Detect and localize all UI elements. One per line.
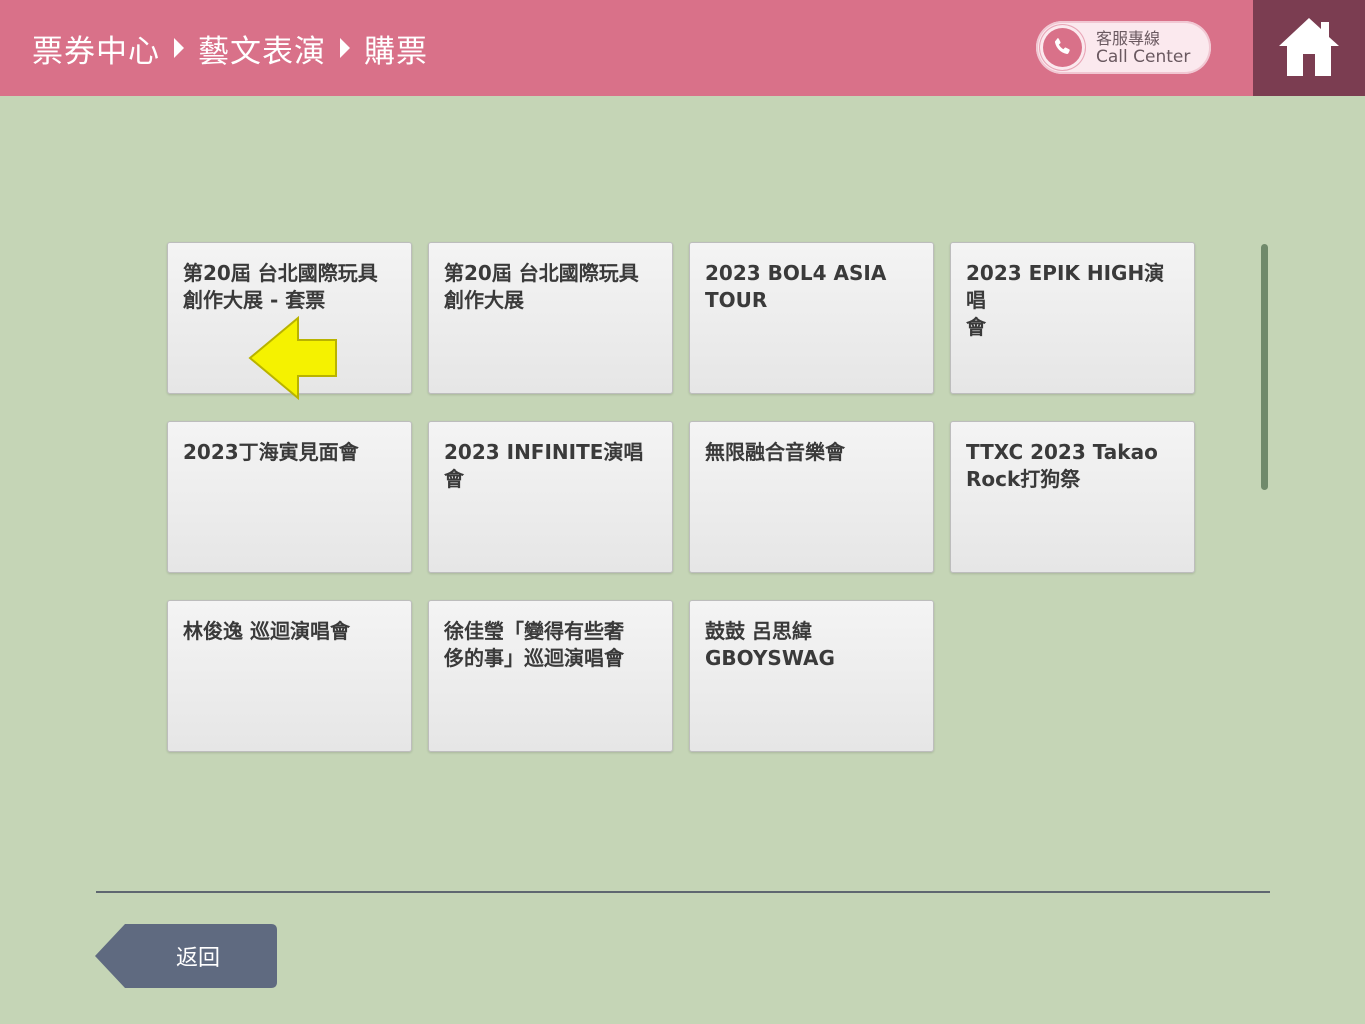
call-center-label-en: Call Center (1096, 47, 1191, 67)
event-tile[interactable]: 第20屆 台北國際玩具 創作大展 (428, 242, 673, 394)
event-tile[interactable]: 鼓鼓 呂思緯 GBOYSWAG (689, 600, 934, 752)
home-button[interactable] (1253, 0, 1365, 96)
back-button-label: 返回 (175, 946, 220, 971)
call-center-label-zh: 客服專線 (1096, 29, 1161, 48)
event-title: 林俊逸 巡迴演唱會 (183, 619, 350, 643)
breadcrumb-buy-ticket: 購票 (364, 33, 428, 70)
breadcrumb-ticket-center[interactable]: 票券中心 (32, 26, 160, 71)
event-title: 鼓鼓 呂思緯 GBOYSWAG (705, 619, 835, 670)
footer-divider (96, 891, 1270, 893)
event-title: 第20屆 台北國際玩具 創作大展 - 套票 (183, 261, 378, 312)
call-center-label: 客服專線 Call Center (1096, 29, 1190, 67)
event-tile[interactable]: 2023 BOL4 ASIA TOUR (689, 242, 934, 394)
event-tile[interactable]: 無限融合音樂會 (689, 421, 934, 573)
event-tile[interactable]: 2023丁海寅見面會 (167, 421, 412, 573)
breadcrumb-separator-icon (174, 38, 184, 58)
event-title: 2023 INFINITE演唱會 (444, 440, 644, 491)
event-tile[interactable]: 林俊逸 巡迴演唱會 (167, 600, 412, 752)
breadcrumb-arts-performance[interactable]: 藝文表演 (198, 26, 326, 71)
pointer-arrow-icon (248, 316, 337, 400)
event-title: 無限融合音樂會 (705, 440, 845, 464)
event-title: 2023 BOL4 ASIA TOUR (705, 261, 887, 312)
event-tile[interactable]: 2023 EPIK HIGH演唱 會 (950, 242, 1195, 394)
event-tile[interactable]: TTXC 2023 Takao Rock打狗祭 (950, 421, 1195, 573)
event-title: 徐佳瑩「變得有些奢 侈的事」巡迴演唱會 (444, 619, 624, 670)
event-tile[interactable]: 2023 INFINITE演唱會 (428, 421, 673, 573)
event-title: 第20屆 台北國際玩具 創作大展 (444, 261, 639, 312)
scrollbar[interactable] (1261, 244, 1268, 490)
phone-icon (1040, 25, 1085, 70)
event-title: 2023丁海寅見面會 (183, 440, 359, 464)
breadcrumb: 票券中心 藝文表演 購票 (32, 26, 428, 71)
call-center-button[interactable]: 客服專線 Call Center (1036, 21, 1211, 74)
event-title: TTXC 2023 Takao Rock打狗祭 (966, 440, 1158, 491)
event-title: 2023 EPIK HIGH演唱 會 (966, 261, 1165, 339)
breadcrumb-separator-icon (340, 38, 350, 58)
home-icon (1279, 18, 1339, 76)
back-button[interactable]: 返回 (95, 924, 277, 988)
header-bar: 票券中心 藝文表演 購票 客服專線 Call Center (0, 0, 1253, 96)
event-tile[interactable]: 徐佳瑩「變得有些奢 侈的事」巡迴演唱會 (428, 600, 673, 752)
